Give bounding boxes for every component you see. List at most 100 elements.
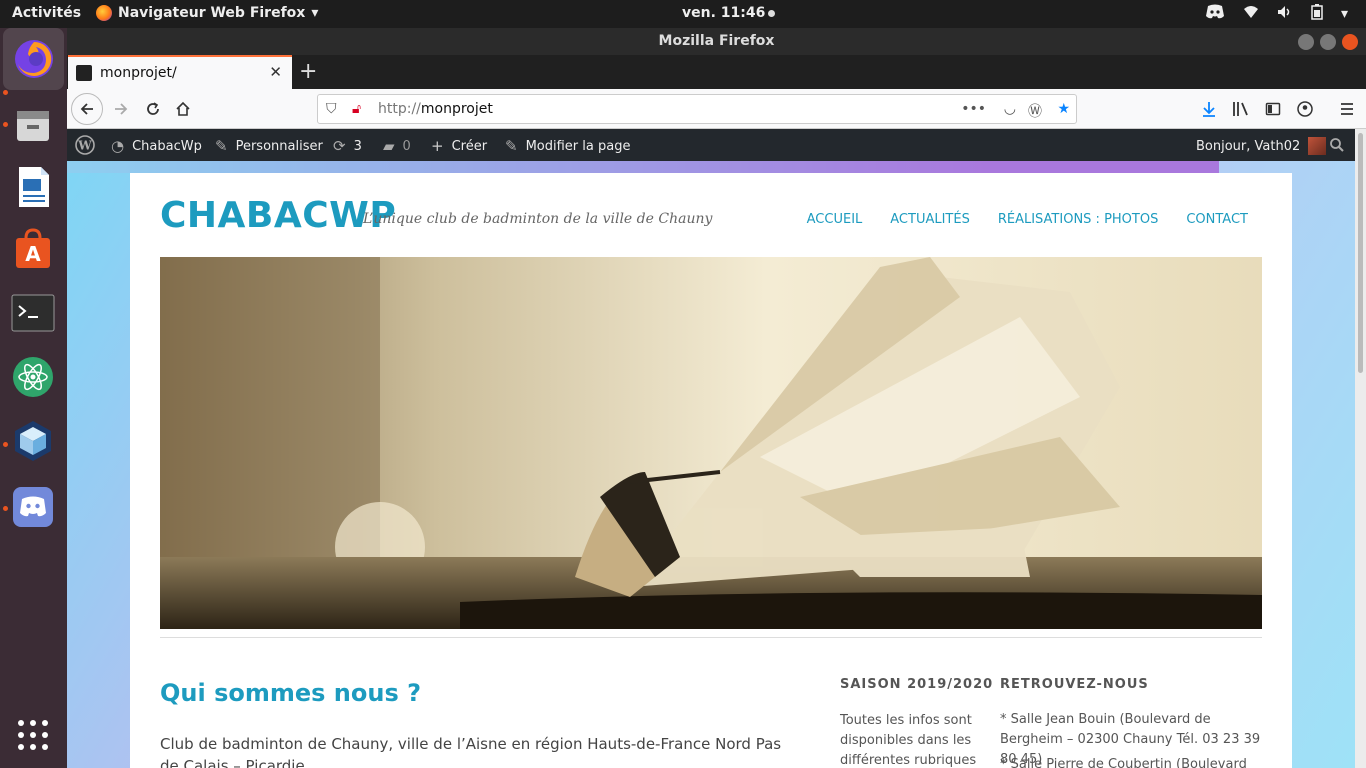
- updates-icon: ⟳: [333, 137, 346, 155]
- updates-link[interactable]: ⟳ 3: [333, 137, 362, 155]
- maximize-button[interactable]: [1320, 34, 1336, 50]
- pencil-icon: ✎: [505, 137, 518, 155]
- forward-button[interactable]: [107, 95, 135, 123]
- show-applications-icon[interactable]: [18, 720, 48, 750]
- dock-atom[interactable]: [10, 354, 56, 400]
- new-tab-button[interactable]: +: [299, 59, 317, 84]
- wifi-icon[interactable]: [1243, 5, 1259, 23]
- comments-link[interactable]: ▰ 0: [383, 137, 411, 155]
- window-title: Mozilla Firefox: [658, 33, 775, 49]
- firefox-icon: [96, 5, 112, 21]
- admin-search-button[interactable]: [1329, 137, 1345, 153]
- favicon-icon: [76, 65, 92, 81]
- menu-item-realisations[interactable]: RÉALISATIONS : PHOTOS: [998, 212, 1159, 227]
- wp-admin-bar: W ◔ ChabacWp ✎ Personnaliser ⟳ 3 ▰ 0 + C…: [67, 129, 1355, 161]
- dock-terminal[interactable]: [10, 290, 56, 336]
- window-titlebar: Mozilla Firefox: [67, 28, 1366, 55]
- new-content-link[interactable]: + Créer: [431, 137, 487, 155]
- clock[interactable]: ven. 11:46: [682, 5, 776, 21]
- dashboard-icon: ◔: [111, 137, 125, 155]
- battery-icon[interactable]: [1311, 4, 1323, 24]
- atom-icon: [13, 357, 53, 397]
- virtualbox-icon: [15, 421, 51, 461]
- activities-button[interactable]: Activités: [12, 5, 81, 21]
- bookmark-star-icon[interactable]: ★: [1057, 101, 1070, 117]
- home-button[interactable]: [169, 95, 197, 123]
- greeting-label: Bonjour, Vath02: [1196, 138, 1301, 154]
- svg-text:W: W: [77, 139, 92, 153]
- intro-text: Club de badminton de Chauny, ville de l’…: [160, 735, 782, 768]
- menu-item-actualites[interactable]: ACTUALITÉS: [890, 212, 970, 227]
- dock-software[interactable]: A: [10, 226, 56, 272]
- comments-count: 0: [402, 138, 411, 154]
- widget-retrouvez-title: RETROUVEZ-NOUS: [1000, 677, 1149, 692]
- system-menu-arrow-icon[interactable]: ▾: [1341, 6, 1348, 22]
- shuttlecock-photo: [160, 257, 1262, 629]
- site-title[interactable]: CHABACWP: [160, 195, 396, 236]
- tab-strip: monprojet/ ✕ +: [67, 55, 1366, 89]
- svg-text:A: A: [25, 242, 41, 266]
- discord-tray-icon[interactable]: [1205, 4, 1225, 24]
- page-heading: Qui sommes nous ?: [160, 679, 421, 707]
- navigation-toolbar: ⛉ 🔓︎ http:// monprojet ••• ◡ Ⓦ ★: [67, 89, 1366, 129]
- site-tagline: L’unique club de badminton de la ville d…: [363, 211, 713, 227]
- pocket-icon[interactable]: ◡: [1004, 101, 1016, 117]
- customize-label: Personnaliser: [235, 138, 323, 154]
- dock-writer[interactable]: [10, 164, 56, 210]
- admin-site-link[interactable]: ◔ ChabacWp: [111, 137, 202, 155]
- my-account-link[interactable]: Bonjour, Vath02: [1196, 137, 1327, 155]
- page-actions-icon[interactable]: •••: [961, 101, 986, 117]
- system-tray[interactable]: ▾: [1205, 4, 1348, 24]
- back-button[interactable]: [71, 93, 103, 125]
- close-tab-icon[interactable]: ✕: [269, 63, 282, 81]
- url-host: monprojet: [420, 101, 493, 117]
- dock-firefox[interactable]: [3, 28, 64, 90]
- wordpress-icon[interactable]: Ⓦ: [1028, 101, 1042, 121]
- edit-page-link[interactable]: ✎ Modifier la page: [505, 137, 630, 155]
- updates-count: 3: [353, 138, 362, 154]
- comment-icon: ▰: [383, 137, 395, 155]
- dropdown-arrow-icon: ▾: [311, 5, 319, 21]
- reload-button[interactable]: [139, 95, 167, 123]
- header-image: [160, 257, 1262, 629]
- library-button[interactable]: [1227, 95, 1255, 123]
- scrollbar-thumb[interactable]: [1358, 133, 1363, 373]
- insecure-lock-icon[interactable]: 🔓︎: [352, 101, 361, 117]
- page-scrollbar[interactable]: [1355, 129, 1366, 768]
- menu-item-contact[interactable]: CONTACT: [1186, 212, 1248, 227]
- close-window-button[interactable]: [1342, 34, 1358, 50]
- tab-monprojet[interactable]: monprojet/ ✕: [68, 55, 292, 89]
- customize-link[interactable]: ✎ Personnaliser: [215, 137, 323, 155]
- dock-virtualbox[interactable]: [10, 418, 56, 464]
- volume-icon[interactable]: [1277, 5, 1293, 23]
- downloads-button[interactable]: [1195, 95, 1223, 123]
- reload-icon: [147, 102, 159, 115]
- running-indicator: [3, 442, 8, 447]
- dock-files[interactable]: [10, 102, 56, 148]
- menu-button[interactable]: [1333, 95, 1361, 123]
- account-icon: [1297, 101, 1313, 117]
- library-icon: [1233, 102, 1248, 116]
- search-icon: [1330, 138, 1344, 152]
- back-arrow-icon: [80, 103, 93, 115]
- dock: A: [0, 28, 67, 768]
- url-bar[interactable]: ⛉ 🔓︎ http:// monprojet ••• ◡ Ⓦ ★: [317, 94, 1077, 124]
- shield-icon[interactable]: ⛉: [326, 101, 337, 117]
- sidebar-button[interactable]: [1259, 95, 1287, 123]
- create-label: Créer: [451, 138, 488, 154]
- running-indicator: [3, 506, 8, 511]
- brush-icon: ✎: [215, 137, 228, 155]
- minimize-button[interactable]: [1298, 34, 1314, 50]
- app-menu[interactable]: Navigateur Web Firefox ▾: [96, 5, 318, 21]
- discord-icon: [13, 487, 53, 527]
- url-protocol: http://: [378, 101, 421, 117]
- terminal-icon: [11, 294, 55, 332]
- menu-item-accueil[interactable]: ACCUEIL: [807, 212, 863, 227]
- writer-icon: [19, 167, 49, 207]
- dock-discord[interactable]: [10, 484, 56, 530]
- wp-logo-button[interactable]: W: [75, 135, 95, 155]
- tab-title: monprojet/: [100, 65, 177, 81]
- home-icon: [176, 101, 190, 116]
- account-button[interactable]: [1291, 95, 1319, 123]
- system-top-bar: Activités Navigateur Web Firefox ▾ ven. …: [0, 0, 1366, 28]
